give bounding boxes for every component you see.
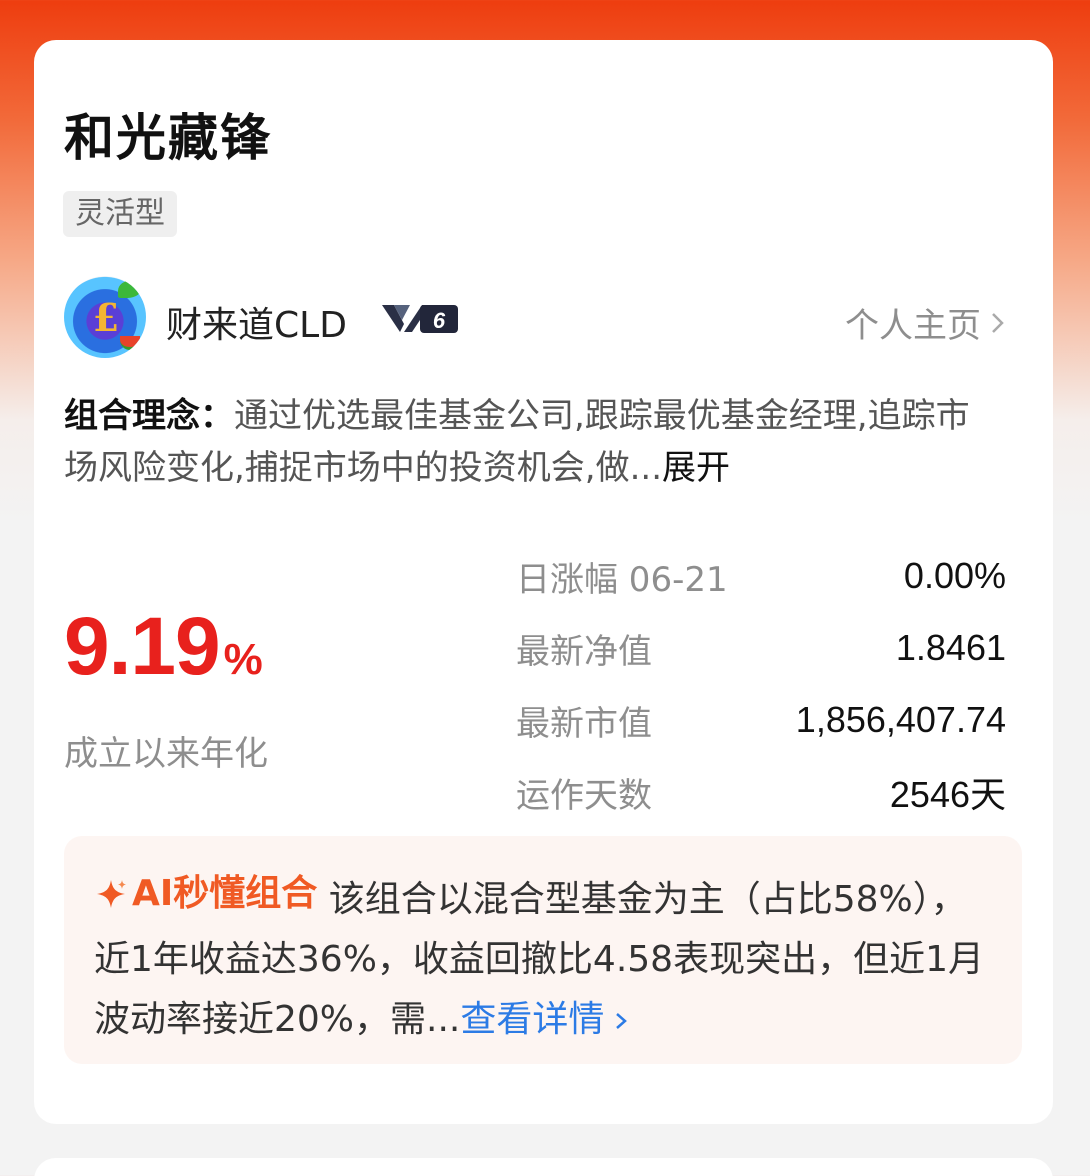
- stat-value: 1.8461: [895, 627, 1006, 668]
- chevron-right-icon: [616, 1013, 628, 1029]
- stat-label: 最新市值: [516, 703, 652, 744]
- expand-button[interactable]: 展开: [662, 448, 730, 488]
- palm-leaf-icon: [118, 280, 142, 298]
- annualized-return-unit: %: [223, 635, 263, 684]
- sparkle-icon: [97, 880, 126, 908]
- portfolio-type-tag: 灵活型: [63, 191, 177, 237]
- next-card: [34, 1158, 1053, 1176]
- ai-summary-box[interactable]: AI秒懂组合 该组合以混合型基金为主（占比58%），近1年收益达36%，收益回撤…: [64, 836, 1022, 1064]
- annualized-return-label: 成立以来年化: [64, 734, 268, 774]
- stat-row-nav: 最新净值 1.8461: [516, 612, 1006, 684]
- stats-list: 日涨幅 06-21 0.00% 最新净值 1.8461 最新市值 1,856,4…: [516, 540, 1006, 828]
- homepage-label: 个人主页: [845, 306, 981, 346]
- manager-name[interactable]: 财来道CLD: [166, 296, 347, 348]
- annualized-return-value: 9.19: [64, 601, 221, 692]
- level-badge-icon: 6: [382, 305, 458, 333]
- ai-summary-title: AI秒懂组合: [94, 864, 317, 924]
- stat-row-operating-days: 运作天数 2546天: [516, 756, 1006, 828]
- annualized-return: 9.19 %: [64, 600, 263, 694]
- portfolio-title: 和光藏锋: [64, 109, 272, 167]
- philosophy-label: 组合理念：: [64, 396, 234, 436]
- stat-label: 最新净值: [516, 631, 652, 672]
- homepage-link[interactable]: 个人主页: [845, 298, 1009, 347]
- stat-label: 日涨幅 06-21: [516, 559, 728, 600]
- stat-row-daily-change: 日涨幅 06-21 0.00%: [516, 540, 1006, 612]
- view-details-link[interactable]: 查看详情: [460, 999, 632, 1040]
- portfolio-philosophy: 组合理念：通过优选最佳基金公司,跟踪最优基金经理,追踪市场风险变化,捕捉市场中的…: [64, 390, 994, 494]
- manager-avatar[interactable]: £: [64, 276, 146, 358]
- stat-value: 1,856,407.74: [795, 699, 1006, 740]
- pound-coin-icon: £: [92, 295, 120, 340]
- level-number: 6: [433, 308, 446, 333]
- watermelon-icon: [120, 336, 140, 350]
- stat-row-market-value: 最新市值 1,856,407.74: [516, 684, 1006, 756]
- portfolio-card: 和光藏锋 灵活型 £ 财来道CLD 6 个人主页 组合理念：通过优选最佳基金公司…: [34, 40, 1053, 1124]
- stat-label: 运作天数: [516, 775, 652, 816]
- stat-value: 0.00%: [903, 555, 1006, 596]
- stat-value: 2546天: [889, 774, 1006, 815]
- chevron-right-icon: [992, 312, 1004, 333]
- ai-summary-title-text: AI秒懂组合: [132, 873, 318, 914]
- view-details-label: 查看详情: [460, 999, 605, 1040]
